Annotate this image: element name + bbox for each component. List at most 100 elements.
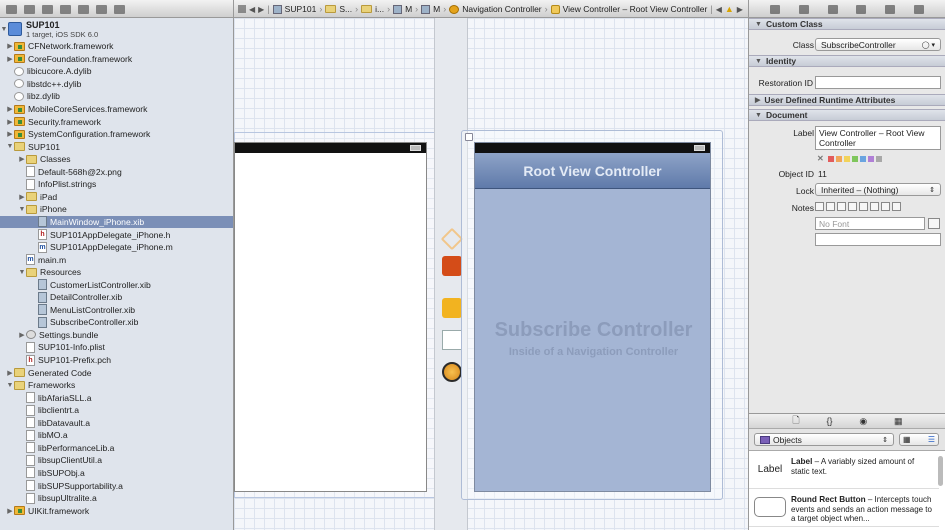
font-picker-icon[interactable]	[928, 218, 940, 229]
library-item[interactable]: Round Rect Button – Intercepts touch eve…	[749, 489, 939, 527]
forward-arrow-icon[interactable]: ▶	[258, 5, 264, 14]
navigator-item[interactable]: ▼ iPhone	[0, 203, 233, 216]
previous-issue-icon[interactable]: ◀	[716, 5, 722, 14]
navigator-item[interactable]: ▶ Settings.bundle	[0, 329, 233, 342]
size-inspector-icon[interactable]	[884, 4, 895, 14]
more-options-icon[interactable]	[892, 202, 901, 211]
navigator-item[interactable]: libSUPObj.a	[0, 467, 233, 480]
navigator-item[interactable]: ▶ iPad	[0, 191, 233, 204]
navigator-item[interactable]: DetailController.xib	[0, 291, 233, 304]
line-spacing-icon[interactable]	[859, 202, 868, 211]
navigator-item[interactable]: MainWindow_iPhone.xib	[0, 215, 233, 229]
align-center-icon[interactable]	[826, 202, 835, 211]
class-combobox[interactable]: SubscribeController ◯ ▾	[815, 38, 941, 51]
attributes-inspector-icon[interactable]	[856, 4, 867, 14]
navigator-item[interactable]: ▶ CoreFoundation.framework	[0, 53, 233, 66]
jumpbar-project[interactable]: SUP101	[285, 4, 317, 14]
section-identity[interactable]: ▼ Identity	[749, 55, 945, 67]
project-row[interactable]: ▼ SUP101 1 target, iOS SDK 6.0	[0, 18, 233, 40]
jumpbar-crumb[interactable]: i...	[375, 4, 384, 14]
jumpbar-crumb[interactable]: Navigation Controller	[462, 4, 541, 14]
color-chip[interactable]	[859, 155, 866, 162]
scene-badge-icon[interactable]	[465, 133, 473, 141]
navigator-item[interactable]: CustomerListController.xib	[0, 278, 233, 291]
navigator-item[interactable]: libMO.a	[0, 429, 233, 442]
justify-icon[interactable]	[848, 202, 857, 211]
back-arrow-icon[interactable]: ◀	[249, 5, 255, 14]
object-library-icon[interactable]: ◉	[859, 416, 867, 427]
navigator-item[interactable]: libPerformanceLib.a	[0, 442, 233, 455]
view-mode-toggle[interactable]: ▦ ☰	[899, 433, 939, 446]
navigator-item[interactable]: SUP101-Info.plist	[0, 341, 233, 354]
align-right-icon[interactable]	[837, 202, 846, 211]
navigator-item[interactable]: ▶ Security.framework	[0, 115, 233, 128]
section-custom-class[interactable]: ▼ Custom Class	[749, 18, 945, 30]
window-view[interactable]	[234, 142, 427, 492]
color-chip[interactable]	[867, 155, 874, 162]
disclosure-triangle-icon[interactable]: ▼	[18, 269, 26, 276]
file-inspector-icon[interactable]	[770, 4, 781, 14]
object-library-list[interactable]: Label Label – A variably sized amount of…	[749, 451, 945, 530]
disclosure-triangle-icon[interactable]: ▶	[6, 507, 14, 515]
disclosure-triangle-icon[interactable]: ▼	[18, 206, 26, 213]
navigator-item[interactable]: MenuListController.xib	[0, 304, 233, 317]
object-cube-icon[interactable]	[442, 298, 462, 318]
library-item[interactable]: Label Label – A variably sized amount of…	[749, 451, 939, 489]
file-template-library-icon[interactable]: 🗋	[792, 413, 799, 429]
placeholder-cube-icon[interactable]	[440, 227, 464, 251]
navigator-item[interactable]: ▶ UIKit.framework	[0, 504, 233, 517]
connections-inspector-icon[interactable]	[913, 4, 924, 14]
navigator-item[interactable]: ▶ SystemConfiguration.framework	[0, 128, 233, 141]
next-issue-icon[interactable]: ▶	[737, 5, 743, 14]
log-navigator-icon[interactable]	[114, 4, 125, 14]
interface-builder-canvas[interactable]: Root View Controller Subscribe Controlle…	[234, 18, 748, 530]
font-field[interactable]: No Font	[815, 217, 925, 230]
navigator-item[interactable]: ▶ Classes	[0, 153, 233, 166]
navigator-item[interactable]: SubscribeController.xib	[0, 316, 233, 329]
restoration-id-field[interactable]	[815, 76, 941, 89]
view-controller-view[interactable]: Root View Controller Subscribe Controlle…	[474, 142, 711, 492]
debug-navigator-icon[interactable]	[78, 4, 89, 14]
navigator-item[interactable]: InfoPlist.strings	[0, 178, 233, 191]
navigator-item[interactable]: ▶ MobileCoreServices.framework	[0, 103, 233, 116]
warning-icon[interactable]: ▲	[725, 4, 734, 14]
combo-arrow-icon[interactable]: ◯ ▾	[922, 41, 935, 49]
disclosure-triangle-icon[interactable]: ▶	[6, 55, 14, 63]
library-scrollbar[interactable]	[938, 456, 943, 486]
navigator-item[interactable]: libDatavault.a	[0, 417, 233, 430]
navigator-item[interactable]: libstdc++.dylib	[0, 78, 233, 91]
disclosure-triangle-icon[interactable]: ▶	[18, 193, 26, 201]
disclosure-triangle-icon[interactable]: ▶	[6, 130, 14, 138]
navigator-item[interactable]: h SUP101-Prefix.pch	[0, 354, 233, 367]
clear-color-icon[interactable]: ✕	[817, 154, 824, 163]
background-color-icon[interactable]	[881, 202, 890, 211]
disclosure-triangle-icon[interactable]: ▶	[18, 331, 26, 339]
related-items-icon[interactable]	[238, 5, 246, 13]
issue-navigator-icon[interactable]	[60, 4, 71, 14]
jumpbar-crumb[interactable]: S...	[339, 4, 352, 14]
navigator-item[interactable]: ▶ CFNetwork.framework	[0, 40, 233, 53]
symbol-navigator-icon[interactable]	[24, 4, 35, 14]
navigation-controller-object-icon[interactable]	[442, 362, 462, 382]
color-chip[interactable]	[827, 155, 834, 162]
jumpbar-crumb[interactable]: M	[405, 4, 412, 14]
disclosure-triangle-icon[interactable]: ▶	[6, 105, 14, 113]
color-chip[interactable]	[843, 155, 850, 162]
list-view-icon[interactable]: ☰	[928, 435, 935, 444]
navigator-item[interactable]: libclientrt.a	[0, 404, 233, 417]
navigator-item[interactable]: ▼ Frameworks	[0, 379, 233, 392]
color-chip[interactable]	[851, 155, 858, 162]
disclosure-triangle-icon[interactable]: ▶	[6, 118, 14, 126]
disclosure-triangle-icon[interactable]: ▶	[6, 369, 14, 377]
align-left-icon[interactable]	[815, 202, 824, 211]
jumpbar-crumb[interactable]: View Controller – Root View Controller	[563, 4, 708, 14]
disclosure-triangle-icon[interactable]: ▶	[6, 42, 14, 50]
document-label-field[interactable]: View Controller – Root View Controller	[815, 126, 941, 150]
navigator-item[interactable]: libSUPSupportability.a	[0, 479, 233, 492]
navigator-item[interactable]: ▼ SUP101	[0, 140, 233, 153]
grid-view-icon[interactable]: ▦	[903, 435, 911, 444]
navigator-item[interactable]: ▼ Resources	[0, 266, 233, 279]
section-user-defined-runtime-attributes[interactable]: ▶ User Defined Runtime Attributes	[749, 94, 945, 106]
navigator-item[interactable]: h SUP101AppDelegate_iPhone.h	[0, 228, 233, 241]
library-selector-popup[interactable]: Objects ⇕	[754, 433, 894, 446]
